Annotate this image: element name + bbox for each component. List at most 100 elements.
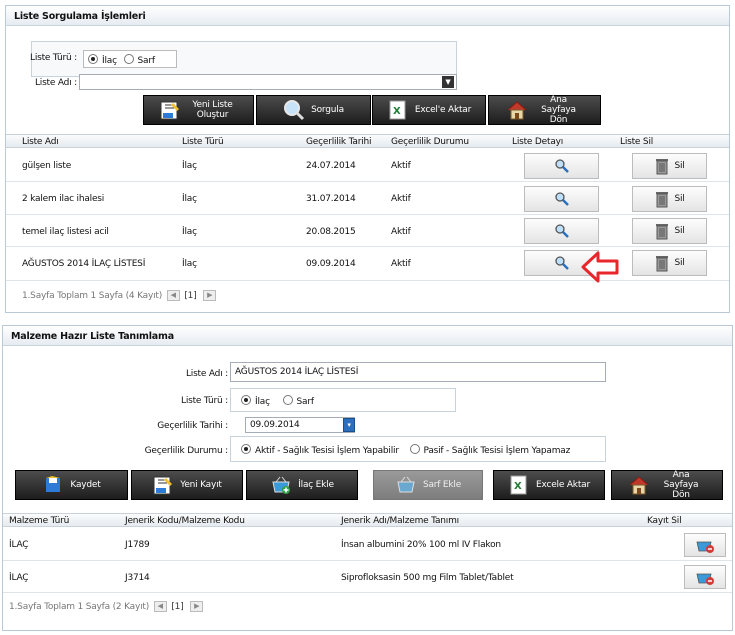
radio-pasif-label: Pasif - Sağlık Tesisi İşlem Yapamaz [423,446,571,456]
liste-sil-button[interactable]: Sil [632,186,707,212]
sorgula-button[interactable]: Sorgula [256,95,371,125]
home-icon [629,476,649,495]
ilac-ekle-button[interactable]: İlaç Ekle [246,470,358,500]
liste-sil-button[interactable]: Sil [632,250,707,276]
home-icon [507,101,526,120]
excel-aktar-button[interactable]: X Excele Aktar [493,470,605,500]
col-liste-detayi: Liste Detayı [512,137,564,147]
cell-liste-turu: İlaç [182,227,197,237]
page-number[interactable]: [1] [171,602,183,612]
chevron-down-icon[interactable]: ▼ [442,76,454,88]
pager: 1.Sayfa Toplam 1 Sayfa (2 Kayıt) ◀ [1] ▶ [9,601,204,612]
malzeme-table-header: Malzeme Türü Jenerik Kodu/Malzeme Kodu J… [3,513,732,527]
liste-sil-button[interactable]: Sil [632,153,707,179]
sorgula-label: Sorgula [311,105,344,115]
cell-durum: Aktif [391,161,411,171]
cell-liste-adi: AĞUSTOS 2014 İLAÇ LİSTESİ [22,259,146,269]
excel-icon: X [389,100,406,120]
prev-page-button[interactable]: ◀ [153,601,167,612]
cell-tarih: 31.07.2014 [306,194,356,204]
red-arrow-icon [581,251,619,283]
basket-add-icon [397,476,415,493]
trash-icon [656,192,669,208]
form-icon [153,476,173,495]
next-page-button[interactable]: ▶ [203,290,217,301]
sil-label: Sil [674,258,685,268]
kaydet-label: Kaydet [70,480,101,490]
radio-sarf-label: Sarf [137,56,156,66]
liste-adi-input[interactable]: AĞUSTOS 2014 İLAÇ LİSTESİ [230,362,606,382]
liste-adi-select[interactable] [79,74,457,90]
durum-radio-group: Aktif - Sağlık Tesisi İşlem Yapabilir Pa… [230,436,606,462]
table-row: temel ilaç listesi acil İlaç 20.08.2015 … [6,215,729,247]
radio-ilac-label: İlaç [255,397,270,407]
col-gecerlilik-tarihi: Geçerlilik Tarihi [306,137,372,147]
magnifier-icon [554,256,569,270]
tarih-label: Geçerlilik Tarihi : [157,421,228,431]
cell-tanim: İnsan albumini 20% 100 ml IV Flakon [341,540,501,550]
yeni-kayit-button[interactable]: Yeni Kayıt [131,470,243,500]
cell-tarih: 20.08.2015 [306,227,356,237]
kayit-sil-button[interactable] [684,565,726,589]
col-kayit-sil: Kayıt Sil [647,516,682,526]
basket-remove-icon [696,541,714,553]
liste-turu-radio-group: İlaç Sarf [230,388,456,412]
save-icon [46,476,61,492]
kaydet-button[interactable]: Kaydet [15,470,128,500]
excel-aktar-label: Excel'e Aktar [414,105,472,115]
cell-tarih: 09.09.2014 [306,259,356,269]
sarf-ekle-button[interactable]: Sarf Ekle [373,470,483,500]
liste-turu-label: Liste Türü : [30,53,77,63]
page-number[interactable]: [1] [184,291,196,301]
cell-liste-turu: İlaç [182,259,197,269]
liste-turu-radio-group: İlaç Sarf [83,50,177,68]
magnifier-icon [554,192,569,206]
yeni-liste-label: Yeni Liste Oluştur [192,100,233,120]
liste-detay-button[interactable] [524,153,599,179]
radio-sarf[interactable] [282,395,293,405]
radio-aktif[interactable] [241,444,251,454]
panel-title: Liste Sorgulama İşlemleri [6,6,729,26]
ana-sayfa-label: Ana Sayfaya Dön [663,470,699,500]
ana-sayfa-button[interactable]: Ana Sayfaya Dön [488,95,601,125]
panel-title: Malzeme Hazır Liste Tanımlama [3,326,732,346]
basket-add-icon [272,476,291,494]
liste-sorgulama-panel: Liste Sorgulama İşlemleri Liste Türü : İ… [5,5,730,313]
liste-adi-label: Liste Adı : [34,78,77,88]
excel-aktar-label: Excele Aktar [536,480,590,490]
form-icon [160,101,179,120]
liste-detay-button[interactable] [524,218,599,244]
yeni-liste-button[interactable]: Yeni Liste Oluştur [143,95,254,125]
sil-label: Sil [674,194,685,204]
radio-sarf[interactable] [123,54,134,64]
next-page-button[interactable]: ▶ [190,601,204,612]
col-liste-adi: Liste Adı [22,137,59,147]
radio-ilac[interactable] [88,54,98,64]
sil-label: Sil [674,226,685,236]
ana-sayfa-button[interactable]: Ana Sayfaya Dön [611,470,723,500]
pager-text: 1.Sayfa Toplam 1 Sayfa (4 Kayıt) [22,291,163,301]
trash-icon [656,224,669,240]
col-gecerlilik-durumu: Geçerlilik Durumu [391,137,469,147]
table-row: 2 kalem ilac ihalesi İlaç 31.07.2014 Akt… [6,182,729,215]
calendar-icon[interactable]: ▾ [343,418,355,432]
radio-pasif[interactable] [409,444,420,454]
cell-liste-adi: temel ilaç listesi acil [22,227,109,237]
table-row: İLAÇ J1789 İnsan albumini 20% 100 ml IV … [3,528,732,561]
cell-malzeme-turu: İLAÇ [9,573,29,583]
magnifier-icon [554,159,569,173]
prev-page-button[interactable]: ◀ [166,290,180,301]
liste-detay-button[interactable] [524,186,599,212]
radio-ilac[interactable] [241,395,251,405]
durum-label: Geçerlilik Durumu : [144,446,229,456]
svg-text:X: X [393,106,401,117]
trash-icon [656,256,669,272]
tarih-input[interactable]: 09.09.2014 [245,417,355,433]
magnifier-icon [554,224,569,238]
malzeme-liste-panel: Malzeme Hazır Liste Tanımlama Liste Adı … [2,325,733,631]
liste-sil-button[interactable]: Sil [632,218,707,244]
kayit-sil-button[interactable] [684,533,726,557]
radio-sarf-label: Sarf [296,397,315,407]
cell-malzeme-turu: İLAÇ [9,540,29,550]
excel-aktar-button[interactable]: X Excel'e Aktar [372,95,486,125]
